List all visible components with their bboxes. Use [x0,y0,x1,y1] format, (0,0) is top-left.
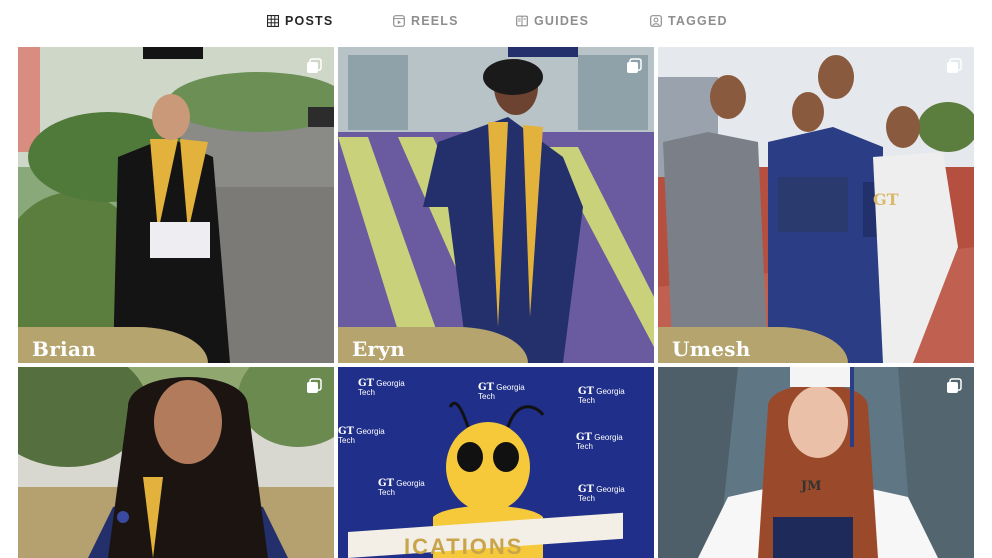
multi-post-icon [627,58,642,73]
tab-label: TAGGED [668,14,728,28]
tab-label: REELS [411,14,459,28]
tab-tagged[interactable]: TAGGED [650,12,728,30]
post-photo [18,47,334,363]
post-name: Eryn [352,337,406,361]
grid-icon [267,15,279,27]
shirt-monogram: JM [801,479,822,494]
post-tile-eryn[interactable]: Eryn [338,47,654,363]
post-tile-umesh[interactable]: GT Umesh [658,47,974,363]
tab-posts[interactable]: POSTS [267,12,333,30]
tab-reels[interactable]: REELS [393,12,459,30]
multi-post-icon [947,58,962,73]
post-tile-5[interactable]: GT Georgia Tech GT Georgia Tech GT Georgia… [338,367,654,558]
post-photo [658,367,974,558]
sign-text: ICATIONS [404,534,524,558]
post-photo [658,47,974,363]
post-name: Umesh [672,337,751,361]
reels-icon [393,15,405,27]
multi-post-icon [307,378,322,393]
book-logo: GT [873,190,899,209]
post-photo [18,367,334,558]
post-tile-4[interactable] [18,367,334,558]
post-tile-6[interactable]: JM [658,367,974,558]
profile-tabs: POSTS REELS GUIDES TAGGED [0,0,992,42]
tab-guides[interactable]: GUIDES [516,12,589,30]
posts-grid: Brian Eryn GT Umesh GT Georgia Tech GT G… [18,47,974,558]
multi-post-icon [947,378,962,393]
guides-icon [516,15,528,27]
tab-label: POSTS [285,14,334,28]
post-name: Brian [32,337,97,361]
tagged-icon [650,15,662,27]
post-photo [338,47,654,363]
multi-post-icon [307,58,322,73]
post-tile-brian[interactable]: Brian [18,47,334,363]
tab-label: GUIDES [534,14,590,28]
